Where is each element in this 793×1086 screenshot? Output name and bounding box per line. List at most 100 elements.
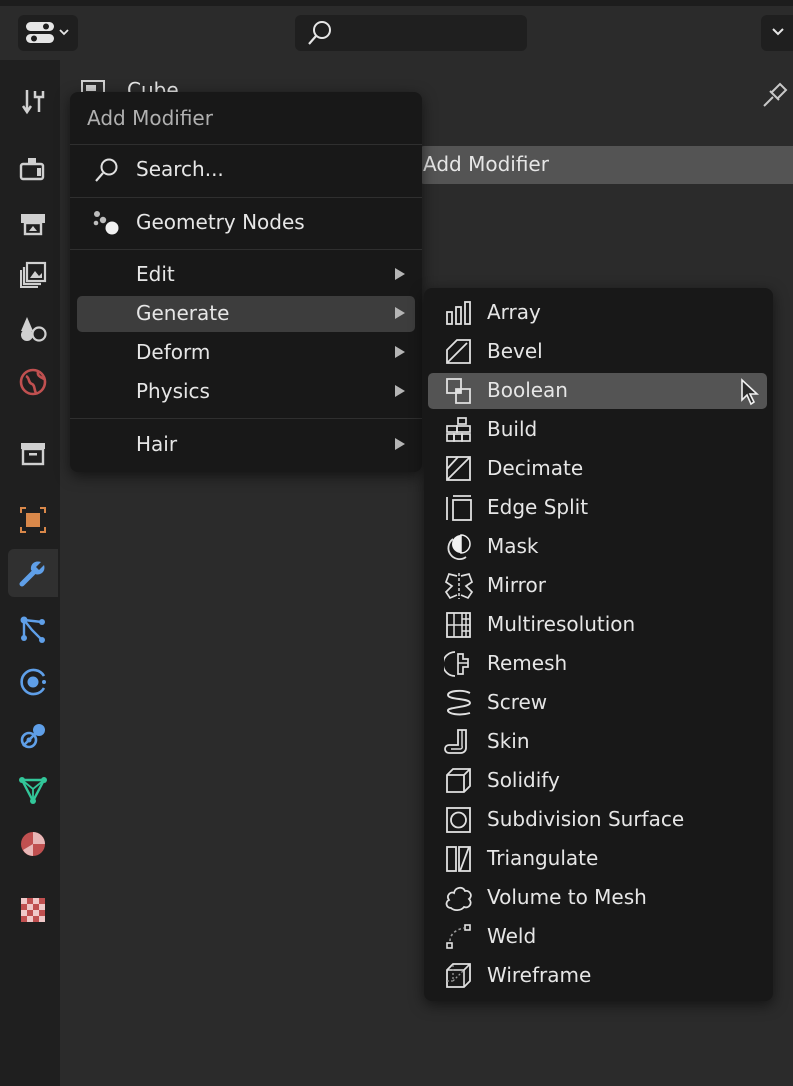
array-label: Array: [487, 300, 541, 324]
edit-label: Edit: [136, 262, 175, 286]
physics-tab[interactable]: [8, 658, 58, 706]
menu-item-screw[interactable]: Screw: [428, 685, 767, 721]
deform-label: Deform: [136, 340, 211, 364]
menu-item-boolean[interactable]: Boolean: [428, 373, 767, 409]
view-layer-tab-icon: [20, 261, 47, 288]
menu-item-search[interactable]: Search...: [77, 152, 415, 188]
boolean-label: Boolean: [487, 378, 568, 402]
menu-item-solidify[interactable]: Solidify: [428, 763, 767, 799]
collection-tab[interactable]: [8, 429, 58, 477]
data-tab-icon: [19, 777, 47, 804]
menu-item-triangulate[interactable]: Triangulate: [428, 841, 767, 877]
subdivision-surface-label: Subdivision Surface: [487, 807, 685, 831]
material-tab[interactable]: [8, 820, 58, 868]
collection-tab-icon: [21, 443, 45, 466]
mirror-icon: [444, 572, 474, 600]
weld-label: Weld: [487, 924, 537, 948]
material-tab-icon: [21, 832, 45, 856]
menu-item-hair[interactable]: Hair: [77, 427, 415, 463]
menu-item-bevel[interactable]: Bevel: [428, 334, 767, 370]
remesh-label: Remesh: [487, 651, 568, 675]
physics-tab-icon: [20, 668, 46, 696]
edge-split-icon: [446, 495, 472, 521]
tool-tab[interactable]: [8, 77, 58, 125]
bevel-label: Bevel: [487, 339, 543, 363]
solidify-icon: [446, 768, 471, 793]
render-tab[interactable]: [8, 145, 58, 193]
menu-item-subdivision-surface[interactable]: Subdivision Surface: [428, 802, 767, 838]
menu-item-multiresolution[interactable]: Multiresolution: [428, 607, 767, 643]
properties-search-field[interactable]: [295, 15, 527, 51]
menu-item-geometry-nodes[interactable]: Geometry Nodes: [77, 205, 415, 241]
menu-item-skin[interactable]: Skin: [428, 724, 767, 760]
geometry-nodes-icon: [93, 211, 119, 235]
menu-item-array[interactable]: Array: [428, 295, 767, 331]
particles-tab-icon: [20, 616, 45, 643]
remesh-icon: [444, 651, 469, 677]
menu-item-weld[interactable]: Weld: [428, 919, 767, 955]
solidify-label: Solidify: [487, 768, 560, 792]
menu-item-mask[interactable]: Mask: [428, 529, 767, 565]
submenu-arrow-icon: [395, 307, 405, 319]
multiresolution-label: Multiresolution: [487, 612, 636, 636]
generate-submenu: Array Bevel Boolean Build Decimate Edge …: [424, 288, 773, 1001]
edge-split-label: Edge Split: [487, 495, 589, 519]
menu-item-generate[interactable]: Generate: [77, 296, 415, 332]
scene-tab[interactable]: [8, 305, 58, 353]
menu-item-edge-split[interactable]: Edge Split: [428, 490, 767, 526]
constraints-tab[interactable]: [8, 712, 58, 760]
search-icon: [308, 21, 331, 45]
constraints-tab-icon: [20, 724, 45, 749]
menu-item-edit[interactable]: Edit: [77, 257, 415, 293]
header-options-dropdown[interactable]: [761, 15, 793, 51]
object-tab[interactable]: [8, 496, 58, 544]
menu-item-mirror[interactable]: Mirror: [428, 568, 767, 604]
properties-editor-icon: [26, 22, 69, 43]
chevron-down-icon: [772, 28, 784, 36]
menu-separator: [70, 249, 422, 250]
output-tab[interactable]: [8, 198, 58, 246]
top-border: [0, 0, 793, 6]
add-modifier-button-label: Add Modifier: [423, 152, 549, 176]
search-label: Search...: [136, 157, 224, 181]
subdivision-surface-icon: [446, 807, 471, 833]
menu-item-wireframe[interactable]: Wireframe: [428, 958, 767, 994]
menu-separator: [70, 197, 422, 198]
physics-label: Physics: [136, 379, 210, 403]
menu-item-deform[interactable]: Deform: [77, 335, 415, 371]
volume-to-mesh-icon: [445, 886, 472, 912]
particles-tab[interactable]: [8, 605, 58, 653]
wireframe-icon: [446, 963, 471, 988]
submenu-arrow-icon: [395, 438, 405, 450]
texture-tab-icon: [21, 898, 45, 922]
menu-item-remesh[interactable]: Remesh: [428, 646, 767, 682]
world-tab-icon: [19, 368, 47, 396]
menu-item-build[interactable]: Build: [428, 412, 767, 448]
view-layer-tab[interactable]: [8, 251, 58, 299]
screw-label: Screw: [487, 690, 548, 714]
boolean-icon: [446, 378, 471, 404]
volume-to-mesh-label: Volume to Mesh: [487, 885, 647, 909]
mirror-label: Mirror: [487, 573, 546, 597]
render-tab-icon: [19, 158, 45, 181]
menu-item-decimate[interactable]: Decimate: [428, 451, 767, 487]
wireframe-label: Wireframe: [487, 963, 592, 987]
pin-icon[interactable]: [760, 78, 792, 110]
modifier-tab[interactable]: [8, 549, 58, 597]
menu-item-volume-to-mesh[interactable]: Volume to Mesh: [428, 880, 767, 916]
menu-title: Add Modifier: [87, 106, 213, 130]
menu-item-physics[interactable]: Physics: [77, 374, 415, 410]
world-tab[interactable]: [8, 358, 58, 406]
array-icon: [446, 301, 471, 325]
editor-type-button[interactable]: [18, 15, 78, 51]
submenu-arrow-icon: [395, 385, 405, 397]
object-data-tab[interactable]: [8, 766, 58, 814]
triangulate-icon: [446, 846, 471, 872]
geometry-nodes-label: Geometry Nodes: [136, 210, 305, 234]
modifier-tab-icon: [19, 561, 45, 587]
add-modifier-menu: Add Modifier Search... Geometry Nodes Ed…: [70, 92, 422, 472]
texture-tab[interactable]: [8, 886, 58, 934]
object-tab-icon: [20, 507, 46, 533]
decimate-icon: [446, 456, 471, 481]
mouse-cursor-icon: [741, 378, 760, 406]
